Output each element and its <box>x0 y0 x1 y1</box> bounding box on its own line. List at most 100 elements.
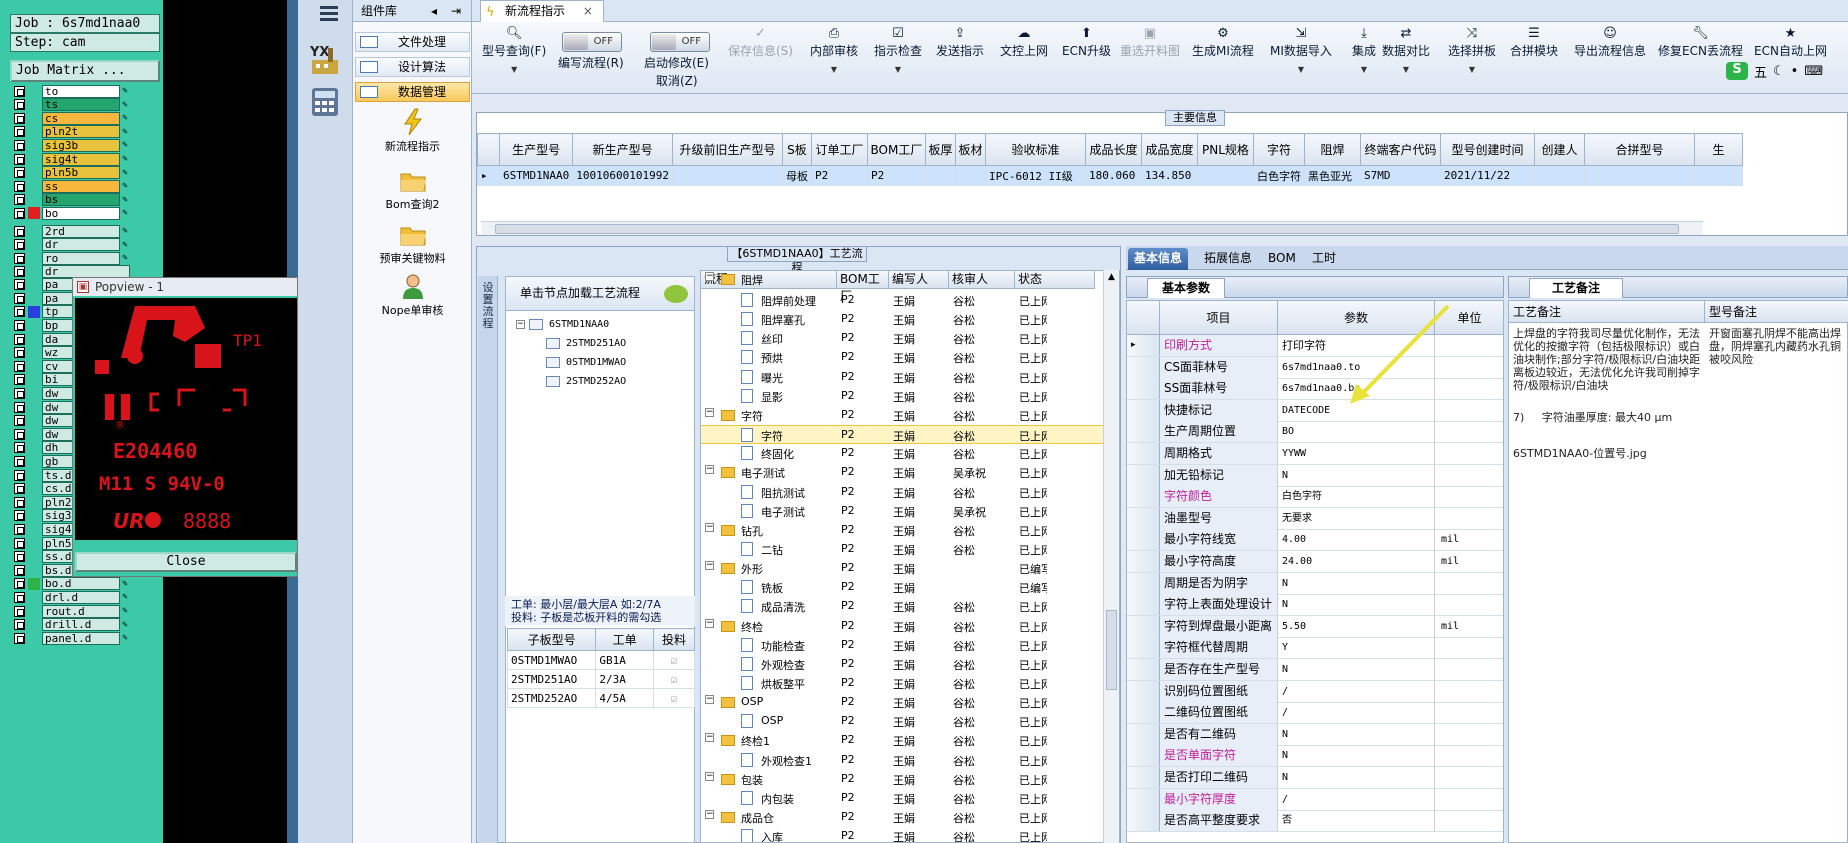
horizontal-scrollbar[interactable] <box>481 221 1703 235</box>
main-info-col-header[interactable]: 合拼型号 <box>1583 133 1695 166</box>
sub-board-row[interactable]: 0STMD1MWAO GB1A ☑ <box>506 650 696 670</box>
pencil-icon[interactable]: ✎ <box>120 195 130 205</box>
layer-name[interactable]: bo <box>42 206 120 220</box>
indicator-check-button[interactable]: ☑ 指示检查 ▼ <box>874 26 922 74</box>
process-row[interactable]: 阻抗测试 P2 王娟 谷松 已上网 <box>701 483 1106 502</box>
layer-name[interactable]: to <box>42 84 120 98</box>
param-unit[interactable] <box>1435 421 1503 442</box>
layer-row[interactable]: panel.d ✎ <box>14 631 130 645</box>
param-unit[interactable] <box>1435 810 1503 831</box>
basic-params-tab[interactable]: 基本参数 <box>1147 278 1226 298</box>
layer-checkbox[interactable] <box>14 442 25 454</box>
process-row[interactable]: 丝印 P2 王娟 谷松 已上网 <box>701 329 1106 348</box>
main-info-col-header[interactable]: 生产型号 <box>498 133 574 166</box>
tech-note-text[interactable]: 7) 字符油墨厚度: 最大40 μm <box>1513 411 1701 439</box>
process-row[interactable]: − 终检 P2 王娟 谷松 已上网 <box>701 617 1106 636</box>
layer-name[interactable]: 2rd <box>42 224 120 238</box>
layer-row[interactable]: ts ✎ <box>14 98 130 112</box>
param-value[interactable]: N <box>1278 572 1435 594</box>
comp-item-data-management[interactable]: 数据管理 <box>355 82 470 102</box>
layer-checkbox[interactable] <box>14 374 25 386</box>
layer-row[interactable]: cs ✎ <box>14 111 130 125</box>
tab-basic-info[interactable]: 基本信息 <box>1128 248 1189 270</box>
param-value[interactable]: N <box>1278 594 1435 616</box>
main-info-col-header[interactable]: 生 <box>1693 133 1743 166</box>
main-info-col-header[interactable]: BOM工厂 <box>866 133 926 166</box>
ecn-auto-upload-button[interactable]: ★ ECN自动上网 <box>1754 26 1827 59</box>
param-unit[interactable] <box>1435 573 1503 594</box>
param-row[interactable]: 字符颜色 白色字符 <box>1127 486 1503 509</box>
process-row[interactable]: − 成品仓 P2 王娟 谷松 已上网 <box>701 808 1106 827</box>
layer-checkbox[interactable] <box>14 319 25 331</box>
layer-checkbox[interactable] <box>14 194 25 206</box>
param-row[interactable]: 是否单面字符 N <box>1127 745 1503 768</box>
process-row[interactable]: OSP P2 王娟 谷松 已上网 <box>701 712 1106 731</box>
layer-name[interactable]: bo.d <box>42 577 120 591</box>
layer-checkbox[interactable] <box>14 469 25 481</box>
main-info-cell[interactable]: 6STMD1NAA0 <box>498 165 574 186</box>
param-unit[interactable] <box>1435 443 1503 464</box>
process-row[interactable]: 曝光 P2 王娟 谷松 已上网 <box>701 368 1106 387</box>
param-row[interactable]: 字符上表面处理设计 N <box>1127 594 1503 617</box>
param-unit[interactable]: mil <box>1435 551 1503 572</box>
param-row[interactable]: 生产周期位置 BO <box>1127 421 1503 444</box>
tree-toggle-icon[interactable]: − <box>705 618 714 628</box>
param-unit[interactable] <box>1435 637 1503 658</box>
layer-row[interactable]: to ✎ <box>14 84 130 98</box>
param-value[interactable]: N <box>1278 767 1435 788</box>
param-unit[interactable] <box>1435 724 1503 745</box>
data-compare-button[interactable]: ⇄ 数据对比 ▼ <box>1382 26 1430 74</box>
pencil-icon[interactable]: ✎ <box>120 127 130 137</box>
layer-name[interactable]: pln2t <box>42 125 120 139</box>
main-info-cell[interactable]: P2 <box>866 165 926 186</box>
layer-checkbox[interactable] <box>14 99 25 111</box>
layer-checkbox[interactable] <box>14 239 25 251</box>
process-row[interactable]: − 包装 P2 王娟 谷松 已上网 <box>701 770 1106 789</box>
scroll-up-icon[interactable]: ▲ <box>1106 272 1117 282</box>
param-value[interactable]: N <box>1278 659 1435 680</box>
layer-checkbox[interactable] <box>14 126 25 138</box>
main-info-col-header[interactable]: 板材 <box>954 133 986 166</box>
sub-board-feed-checkbox[interactable]: ☑ <box>652 650 696 670</box>
layer-checkbox[interactable] <box>14 496 25 508</box>
pencil-icon[interactable]: ✎ <box>120 100 130 110</box>
model-note-text[interactable]: 开窗面塞孔阴焊不能高出焊盘，阴焊塞孔内藏药水孔铜被咬风险 <box>1709 327 1845 387</box>
process-row[interactable]: 显影 P2 王娟 谷松 已上网 <box>701 387 1106 406</box>
param-unit[interactable] <box>1435 594 1503 615</box>
main-info-cell[interactable]: 10010600101992 <box>572 165 673 186</box>
process-row[interactable]: − OSP P2 王娟 谷松 已上网 <box>701 693 1106 712</box>
param-row[interactable]: 是否打印二维码 N <box>1127 767 1503 789</box>
main-info-cell[interactable]: 2021/11/22 <box>1439 165 1535 186</box>
param-row[interactable]: 字符框代替周期 Y <box>1127 637 1503 660</box>
comp-item-file-processing[interactable]: 文件处理 <box>355 32 470 52</box>
yx-factory-icon[interactable]: YX <box>306 40 344 78</box>
edit-flow-toggle[interactable]: OFF <box>562 32 622 52</box>
pencil-icon[interactable]: ✎ <box>120 633 130 643</box>
layer-checkbox[interactable] <box>14 415 25 427</box>
vertical-scrollbar[interactable]: ▲ <box>1103 270 1119 843</box>
layer-name[interactable]: panel.d <box>42 631 120 645</box>
pencil-icon[interactable]: ✎ <box>120 606 130 616</box>
tree-toggle-icon[interactable]: − <box>705 733 714 743</box>
pencil-icon[interactable]: ✎ <box>120 253 130 263</box>
main-info-cell[interactable]: 黑色亚光 <box>1303 165 1361 186</box>
layer-checkbox[interactable] <box>14 619 25 631</box>
param-value[interactable]: YYWW <box>1278 443 1435 464</box>
process-row[interactable]: 阻焊塞孔 P2 王娟 谷松 已上网 <box>701 310 1106 329</box>
integrate-button[interactable]: ⤓ 集成 ▼ <box>1352 26 1376 74</box>
layer-checkbox[interactable] <box>14 167 25 179</box>
layer-name[interactable]: drill.d <box>42 618 120 632</box>
layer-row-partial[interactable]: dr <box>14 264 130 278</box>
tech-notes-tab[interactable]: 工艺备注 <box>1529 278 1624 298</box>
new-flow-indicator-tool[interactable]: 新流程指示 <box>353 108 472 154</box>
main-info-cell[interactable]: IPC-6012 II级 <box>984 165 1086 186</box>
pencil-icon[interactable]: ✎ <box>120 226 130 236</box>
main-info-col-header[interactable]: 板厚 <box>924 133 956 166</box>
main-info-col-header[interactable]: 成品长度 <box>1084 133 1142 166</box>
layer-row[interactable]: rout.d ✎ <box>14 604 130 618</box>
fix-ecn-button[interactable]: 🔧︎ 修复ECN丢流程 <box>1658 26 1743 59</box>
mi-data-import-button[interactable]: ⇲ MI数据导入 ▼ <box>1270 26 1332 74</box>
pencil-icon[interactable]: ✎ <box>120 86 130 96</box>
sub-board-row[interactable]: 2STMD251AO 2/3A ☑ <box>506 669 696 689</box>
sub-board-order[interactable]: 4/5A <box>595 688 654 708</box>
